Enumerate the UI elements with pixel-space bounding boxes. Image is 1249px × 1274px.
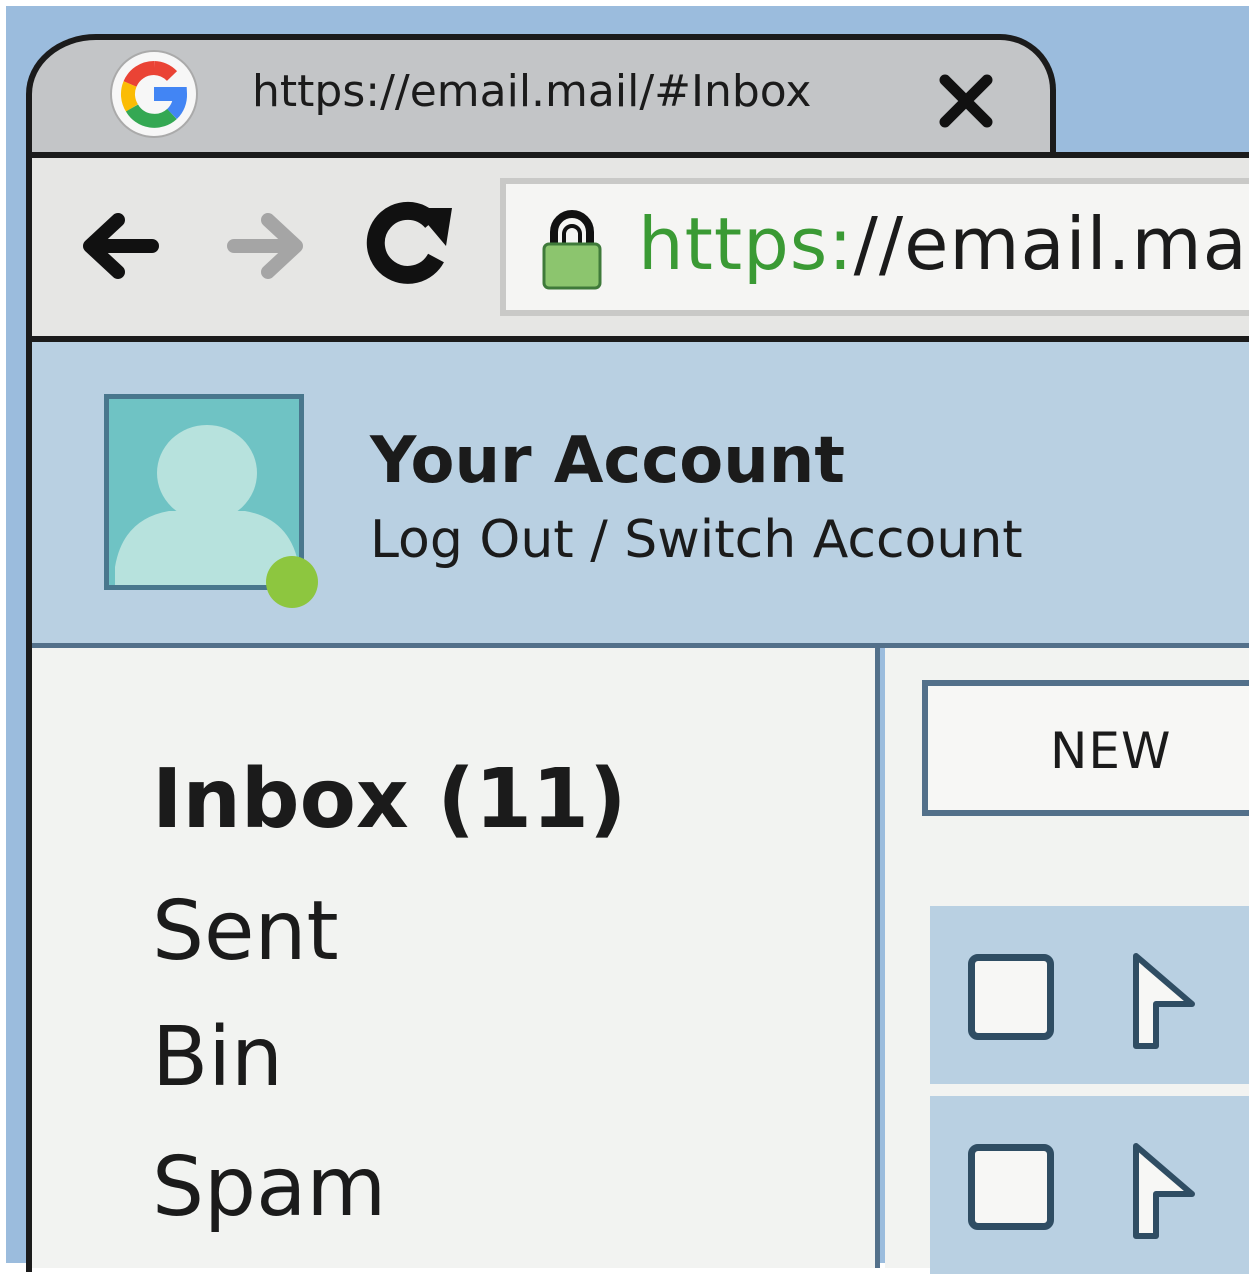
new-button-label[interactable]: NEW (1050, 722, 1171, 780)
sidebar-item-inbox[interactable]: Inbox (11) (152, 752, 626, 847)
account-links: Log Out / Switch Account (370, 510, 1023, 570)
select-checkbox[interactable] (968, 954, 1054, 1040)
address-bar[interactable]: https://email.mai (500, 178, 1249, 316)
user-silhouette-icon (115, 425, 299, 585)
url-text[interactable]: https://email.mai (638, 202, 1249, 286)
reload-icon[interactable] (362, 196, 458, 296)
message-row[interactable] (930, 906, 1249, 1084)
back-arrow-icon[interactable] (78, 206, 162, 290)
account-name: Your Account (370, 424, 845, 498)
lock-icon (540, 206, 604, 296)
forward-arrow-icon[interactable] (224, 206, 308, 290)
close-icon[interactable] (935, 70, 997, 132)
select-checkbox[interactable] (968, 1144, 1054, 1230)
cursor-pointer-icon (1133, 1143, 1195, 1239)
message-row[interactable] (930, 1096, 1249, 1274)
tab-title[interactable]: https://email.mail/#Inbox (252, 66, 811, 117)
avatar[interactable] (104, 394, 304, 590)
url-path: //email.mai (853, 202, 1249, 286)
cursor-pointer-icon (1133, 953, 1195, 1049)
url-scheme: https: (638, 202, 854, 286)
google-g-icon (110, 50, 198, 138)
logout-link[interactable]: Log Out (370, 510, 574, 570)
switch-account-link[interactable]: Switch Account (624, 510, 1022, 570)
online-status-indicator (266, 556, 318, 608)
sidebar-item-spam[interactable]: Spam (152, 1140, 386, 1235)
link-separator: / (573, 510, 625, 570)
sidebar-item-sent[interactable]: Sent (152, 884, 339, 979)
sidebar-item-bin[interactable]: Bin (152, 1010, 283, 1105)
